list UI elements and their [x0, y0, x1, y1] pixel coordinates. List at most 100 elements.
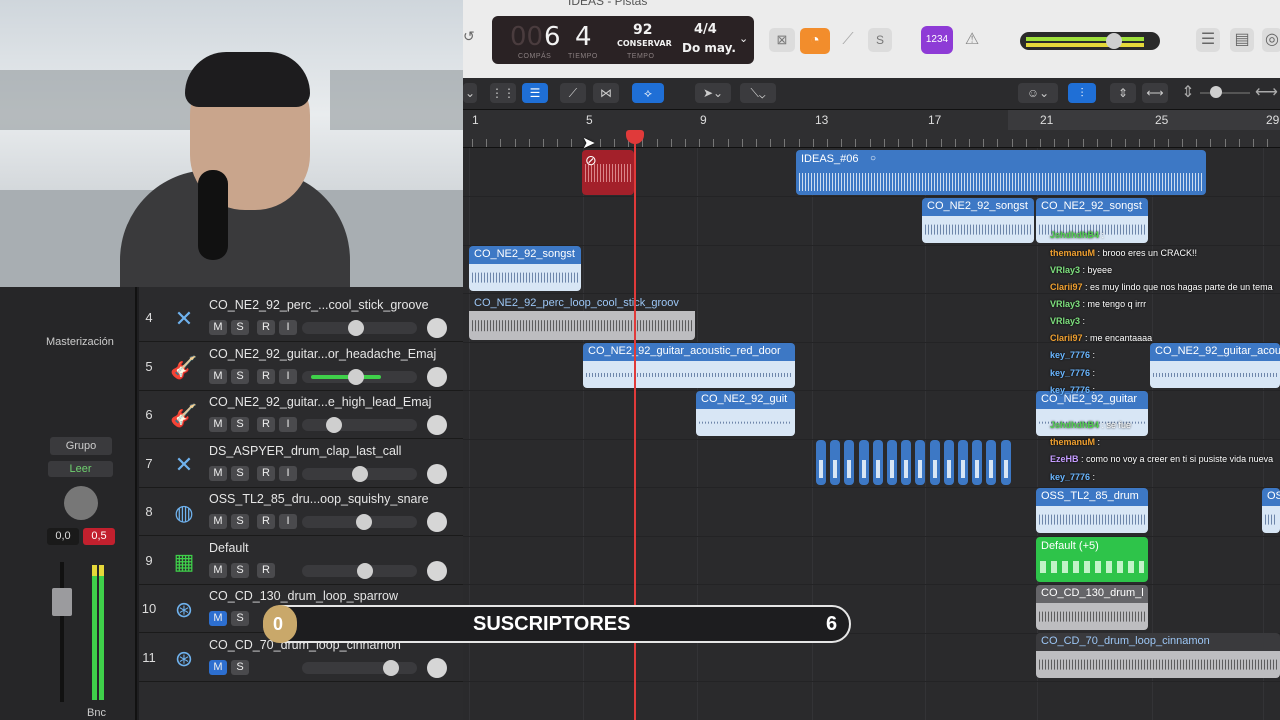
solo-button[interactable]: S [231, 659, 249, 675]
solo-button[interactable]: S [231, 417, 249, 432]
track-name[interactable]: CO_NE2_92_guitar...e_high_lead_Emaj [209, 395, 431, 409]
audio-region[interactable]: CO_NE2_92_guitar_acou [1150, 343, 1280, 388]
audio-region[interactable]: CO_CD_70_drum_loop_cinnamon [1036, 633, 1280, 678]
audio-region[interactable] [929, 440, 940, 485]
track-volume-slider[interactable] [302, 419, 417, 431]
audio-region[interactable] [958, 440, 968, 485]
track-pan-knob[interactable] [427, 560, 447, 581]
volume-fader-cap[interactable] [52, 588, 72, 616]
volume-fader-track[interactable] [60, 562, 64, 702]
track-name[interactable]: CO_CD_130_drum_loop_sparrow [209, 589, 398, 603]
input-monitor-button[interactable]: I [279, 417, 297, 432]
lcd-tempo-mode[interactable]: CONSERVAR [617, 39, 672, 48]
pointer-tool-icon[interactable]: ➤⌄ [695, 83, 731, 103]
audio-region[interactable]: CO_NE2_92_perc_loop_cool_stick_groov [469, 295, 695, 340]
track-volume-thumb[interactable] [348, 368, 364, 385]
audio-region[interactable]: CO_NE2_92_songst [922, 198, 1034, 243]
automation-mode-selector[interactable]: Leer [48, 461, 113, 477]
audio-region[interactable] [887, 440, 897, 485]
audio-region[interactable] [915, 440, 926, 485]
mute-button[interactable]: M [209, 562, 227, 578]
audio-region[interactable] [816, 440, 826, 485]
drum-kit-icon[interactable]: ⊛ [169, 644, 199, 674]
lcd-key[interactable]: Do may. [682, 41, 736, 55]
record-enable-button[interactable]: R [257, 320, 275, 335]
track-volume-thumb[interactable] [383, 659, 399, 676]
horizontal-fit-icon[interactable]: ⟷ [1142, 83, 1168, 103]
drum-machine-icon[interactable]: ✕ [169, 304, 199, 334]
solo-button[interactable]: S [231, 611, 249, 626]
track-volume-thumb[interactable] [357, 562, 373, 579]
drum-machine-icon[interactable]: ✕ [169, 450, 199, 480]
tuner-icon[interactable]: ⟋ [838, 28, 858, 52]
tuning-fork-icon[interactable]: ⚠ [960, 28, 984, 52]
pencil-tool-icon[interactable]: ⟍⌄ [740, 83, 776, 103]
track-pan-knob[interactable] [427, 415, 447, 435]
chevron-down-icon[interactable]: ⌄ [739, 32, 748, 45]
waveform-zoom-icon[interactable]: ⫶ [1068, 83, 1096, 103]
track-header[interactable]: 4 ✕ CO_NE2_92_perc_...cool_stick_groove … [139, 294, 463, 342]
group-selector[interactable]: Grupo [50, 437, 112, 455]
vertical-zoom-icon[interactable]: ⇕ [1110, 83, 1136, 103]
smiley-options-icon[interactable]: ☺⌄ [1018, 83, 1058, 103]
track-pan-knob[interactable] [427, 512, 447, 532]
midi-region[interactable]: Default (+5) [1036, 537, 1148, 582]
track-header[interactable]: 6 🎸 CO_NE2_92_guitar...e_high_lead_Emaj … [139, 391, 463, 439]
peak-readout[interactable]: 0,5 [83, 528, 115, 545]
audio-region[interactable]: IDEAS_#06 ○ [796, 150, 1206, 195]
lcd-tempo[interactable]: 92 [633, 22, 652, 38]
input-monitor-button[interactable]: I [279, 320, 297, 335]
input-monitor-button[interactable]: I [279, 514, 297, 529]
audio-region[interactable] [844, 440, 855, 485]
mastering-label[interactable]: Masterización [46, 336, 114, 348]
track-name[interactable]: CO_NE2_92_perc_...cool_stick_groove [209, 298, 429, 312]
track-header[interactable]: 5 🎸 CO_NE2_92_guitar...or_headache_Emaj … [139, 343, 463, 391]
flex-icon[interactable]: ⋈ [593, 83, 619, 103]
track-name[interactable]: Default [209, 541, 249, 555]
mute-button[interactable]: M [209, 368, 227, 384]
audio-region[interactable] [972, 440, 983, 485]
record-enable-button[interactable]: R [257, 417, 275, 432]
audio-region[interactable] [1000, 440, 1011, 485]
audio-region[interactable]: CO_NE2_92_guit [696, 391, 795, 436]
track-pan-knob[interactable] [427, 366, 447, 387]
zoom-slider[interactable] [1200, 92, 1250, 94]
audio-region[interactable]: CO_CD_130_drum_l [1036, 585, 1148, 630]
solo-button[interactable]: S [231, 562, 249, 578]
automation-icon[interactable]: ⟋ [560, 83, 586, 103]
record-enable-button[interactable]: R [257, 368, 275, 384]
track-volume-thumb[interactable] [356, 514, 372, 530]
track-header[interactable]: 7 ✕ DS_ASPYER_drum_clap_last_call M S R … [139, 440, 463, 488]
audio-region[interactable]: OSS_TL2_85_drum [1036, 488, 1148, 533]
solo-button[interactable]: S [231, 514, 249, 529]
track-volume-thumb[interactable] [326, 417, 342, 433]
input-monitor-button[interactable]: I [279, 465, 297, 481]
track-name[interactable]: CO_NE2_92_guitar...or_headache_Emaj [209, 347, 436, 361]
vertical-resize-icon[interactable]: ⇕ [1180, 83, 1196, 103]
lcd-time-signature[interactable]: 4/4 [694, 22, 717, 37]
catch-playhead-icon[interactable]: ⟡ [632, 83, 664, 103]
track-header[interactable]: 9 ▦ Default M S R [139, 537, 463, 585]
zoom-slider-thumb[interactable] [1210, 86, 1222, 98]
mute-button[interactable]: M [209, 417, 227, 432]
solo-button[interactable]: S [231, 465, 249, 481]
audio-region[interactable]: CO_NE2_92_guitar_acoustic_red_door [583, 343, 795, 388]
solo-button[interactable]: S [231, 320, 249, 335]
grid-view-icon[interactable]: ⋮⋮ [490, 83, 516, 103]
bounce-button[interactable]: Bnc [87, 707, 106, 719]
solo-button[interactable]: S [231, 368, 249, 384]
guitar-icon[interactable]: 🎸 [169, 353, 199, 383]
recording-region[interactable]: ⊘ [582, 150, 634, 195]
track-pan-knob[interactable] [427, 657, 447, 678]
audio-region[interactable]: OS [1262, 488, 1280, 533]
mute-button[interactable]: M [209, 611, 227, 626]
track-volume-thumb[interactable] [352, 465, 368, 482]
mute-button[interactable]: M [209, 514, 227, 529]
record-enable-button[interactable]: R [257, 514, 275, 529]
mute-button[interactable]: M [209, 659, 227, 675]
audio-region[interactable] [830, 440, 841, 485]
notepad-icon[interactable]: ▤ [1230, 28, 1254, 52]
master-volume-slider[interactable] [1020, 32, 1160, 50]
track-pan-knob[interactable] [427, 318, 447, 338]
track-volume-slider[interactable] [302, 661, 417, 674]
